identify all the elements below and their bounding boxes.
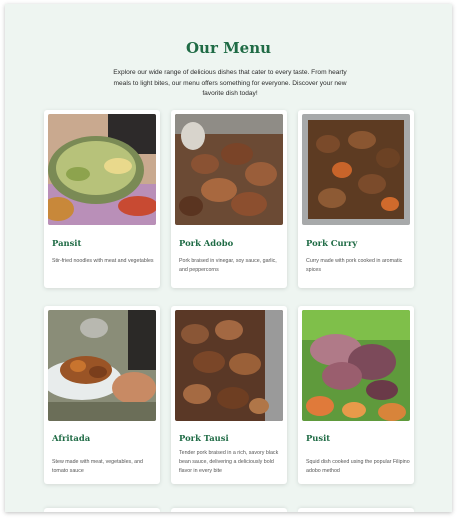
menu-item-name: Pansit bbox=[52, 238, 82, 248]
pansit-photo bbox=[48, 114, 156, 225]
menu-card-pork-tausi[interactable]: Pork Tausi Tender pork braised in a rich… bbox=[171, 306, 287, 484]
page-intro: Explore our wide range of delicious dish… bbox=[113, 69, 347, 97]
menu-card-pork-adobo[interactable]: Pork Adobo Pork braised in vinegar, soy … bbox=[171, 110, 287, 288]
menu-card-afritada[interactable]: Afritada Stew made with meat, vegetables… bbox=[44, 306, 160, 484]
menu-card-partial bbox=[44, 508, 160, 512]
menu-item-description: Tender pork braised in a rich, savory bl… bbox=[179, 450, 279, 474]
pusit-photo bbox=[302, 310, 410, 421]
menu-item-description: Stew made with meat, vegetables, and tom… bbox=[52, 459, 143, 474]
pork-adobo-photo bbox=[175, 114, 283, 225]
menu-item-description: Squid dish cooked using the popular Fili… bbox=[306, 459, 410, 474]
menu-page: Our Menu Explore our wide range of delic… bbox=[5, 4, 452, 512]
menu-item-description: Stir-fried noodles with meat and vegetab… bbox=[52, 258, 154, 264]
menu-card-pork-curry[interactable]: Pork Curry Curry made with pork cooked i… bbox=[298, 110, 414, 288]
menu-item-name: Pork Curry bbox=[306, 238, 358, 248]
menu-card-partial bbox=[298, 508, 414, 512]
menu-card-partial bbox=[171, 508, 287, 512]
afritada-photo bbox=[48, 310, 156, 421]
menu-item-name: Pusit bbox=[306, 433, 331, 443]
menu-item-name: Pork Tausi bbox=[179, 433, 229, 443]
pork-tausi-photo bbox=[175, 310, 283, 421]
menu-card-pusit[interactable]: Pusit Squid dish cooked using the popula… bbox=[298, 306, 414, 484]
menu-card-pansit[interactable]: Pansit Stir-fried noodles with meat and … bbox=[44, 110, 160, 288]
menu-item-description: Curry made with pork cooked in aromatic … bbox=[306, 258, 403, 273]
menu-item-name: Afritada bbox=[52, 433, 91, 443]
menu-item-name: Pork Adobo bbox=[179, 238, 234, 248]
menu-item-description: Pork braised in vinegar, soy sauce, garl… bbox=[179, 258, 277, 273]
page-title: Our Menu bbox=[185, 39, 272, 57]
pork-curry-photo bbox=[302, 114, 410, 225]
